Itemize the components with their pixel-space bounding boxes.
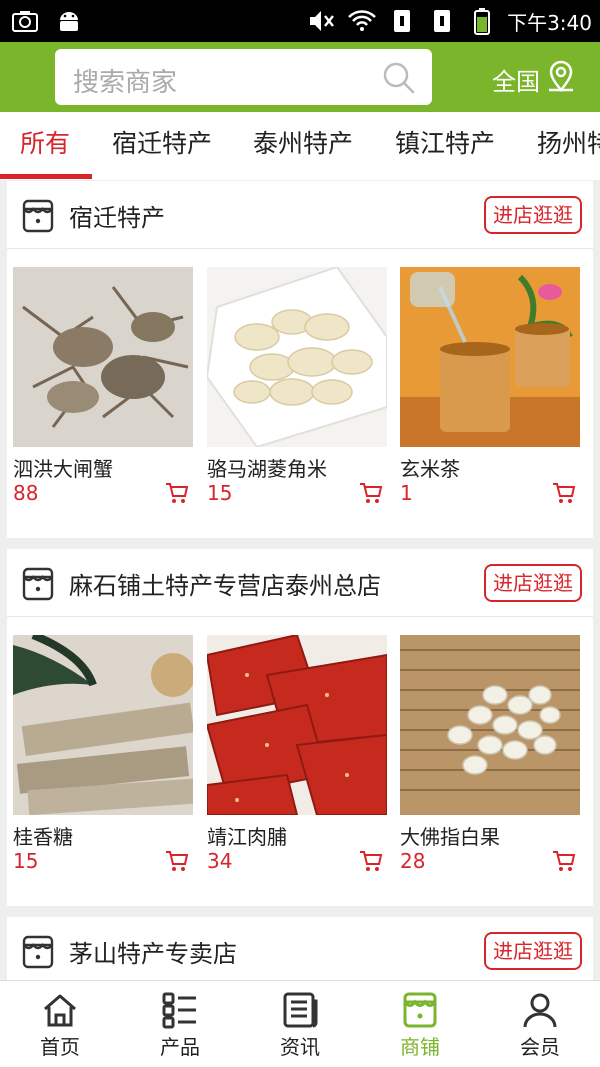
nav-member[interactable]: 会员 [480,981,600,1067]
search-input[interactable]: 搜索商家 [55,49,432,105]
status-time: 下午3:40 [507,10,592,35]
status-bar: 下午3:40 [0,0,600,42]
android-icon [54,6,84,36]
tab-all[interactable]: 所有 [20,112,70,180]
visit-store-button[interactable]: 进店逛逛 [484,564,582,602]
product-name[interactable]: 泗洪大闸蟹 [13,453,113,482]
product-card[interactable]: 泗洪大闸蟹 88 [13,267,193,505]
store-card-header[interactable]: 茅山特产专卖店 进店逛逛 [7,917,593,980]
product-name[interactable]: 桂香糖 [13,821,73,850]
store-name[interactable]: 麻石铺土特产专营店泰州总店 [69,566,381,601]
visit-store-button[interactable]: 进店逛逛 [484,932,582,970]
product-card[interactable]: 大佛指白果 28 [400,635,580,873]
tab-zhenjiang[interactable]: 镇江特产 [395,112,495,180]
product-name[interactable]: 靖江肉脯 [207,821,287,850]
store-name[interactable]: 宿迁特产 [69,198,165,233]
tab-taizhou[interactable]: 泰州特产 [253,112,353,180]
product-card[interactable]: 骆马湖菱角米 15 [207,267,387,505]
store-card-header[interactable]: 宿迁特产 进店逛逛 [7,181,593,249]
product-name[interactable]: 骆马湖菱角米 [207,453,327,482]
nav-products[interactable]: 产品 [120,981,240,1067]
store-card: 茅山特产专卖店 进店逛逛 [7,917,593,980]
sim1-signal-icon [387,6,417,36]
nav-home[interactable]: 首页 [0,981,120,1067]
store-card-header[interactable]: 麻石铺土特产专营店泰州总店 进店逛逛 [7,549,593,617]
search-icon[interactable] [382,61,416,95]
news-icon [281,991,319,1029]
bottom-navigation: 首页 产品 资讯 商铺 会员 [0,980,600,1067]
location-pin-icon [546,60,576,98]
product-name[interactable]: 大佛指白果 [400,821,500,850]
visit-store-button[interactable]: 进店逛逛 [484,196,582,234]
product-price: 15 [13,849,39,873]
cart-icon[interactable] [359,482,383,504]
region-selector[interactable]: 全国 [492,60,576,98]
cart-icon[interactable] [552,482,576,504]
sim2-signal-icon [427,6,457,36]
region-label: 全国 [492,67,540,96]
product-card[interactable]: 桂香糖 15 [13,635,193,873]
category-tabs: 所有 宿迁特产 泰州特产 镇江特产 扬州特 [0,112,600,180]
home-icon [41,991,79,1029]
battery-icon [467,6,497,36]
nav-label: 首页 [40,1035,80,1059]
shop-icon [401,991,439,1029]
tab-yangzhou[interactable]: 扬州特 [537,112,600,180]
product-name[interactable]: 玄米茶 [400,453,460,482]
active-tab-indicator [0,174,92,179]
product-image-tea[interactable] [400,267,580,447]
nav-shops[interactable]: 商铺 [360,981,480,1067]
nav-label: 资讯 [280,1035,320,1059]
product-image-water-chestnut[interactable] [207,267,387,447]
nav-label: 会员 [520,1035,560,1059]
product-row: 泗洪大闸蟹 88 骆马湖菱角米 15 玄米茶 1 [7,267,593,505]
nav-label: 产品 [160,1035,200,1059]
product-price: 34 [207,849,233,873]
list-icon [161,991,199,1029]
product-image-ginkgo[interactable] [400,635,580,815]
tab-suqian[interactable]: 宿迁特产 [112,112,212,180]
product-image-crabs[interactable] [13,267,193,447]
nav-news[interactable]: 资讯 [240,981,360,1067]
product-price: 1 [400,481,413,505]
wifi-icon [347,6,377,36]
product-image-osmanthus-candy[interactable] [13,635,193,815]
product-card[interactable]: 玄米茶 1 [400,267,580,505]
app-header: 搜索商家 全国 [0,42,600,112]
cart-icon[interactable] [359,850,383,872]
search-placeholder: 搜索商家 [73,68,178,98]
product-price: 28 [400,849,426,873]
store-icon [21,567,55,601]
product-card[interactable]: 靖江肉脯 34 [207,635,387,873]
product-image-jerky[interactable] [207,635,387,815]
screenshot-icon [10,6,40,36]
store-card: 宿迁特产 进店逛逛 泗洪大闸蟹 88 骆马湖菱角米 15 玄米茶 1 [7,181,593,538]
store-card: 麻石铺土特产专营店泰州总店 进店逛逛 桂香糖 15 靖江肉脯 34 大佛指白果 … [7,549,593,906]
store-icon [21,935,55,969]
store-icon [21,199,55,233]
cart-icon[interactable] [165,850,189,872]
product-row: 桂香糖 15 靖江肉脯 34 大佛指白果 28 [7,635,593,873]
cart-icon[interactable] [552,850,576,872]
mute-icon [307,6,337,36]
nav-label: 商铺 [400,1035,440,1059]
user-icon [521,991,559,1029]
cart-icon[interactable] [165,482,189,504]
store-name[interactable]: 茅山特产专卖店 [69,934,237,969]
product-price: 15 [207,481,233,505]
product-price: 88 [13,481,39,505]
